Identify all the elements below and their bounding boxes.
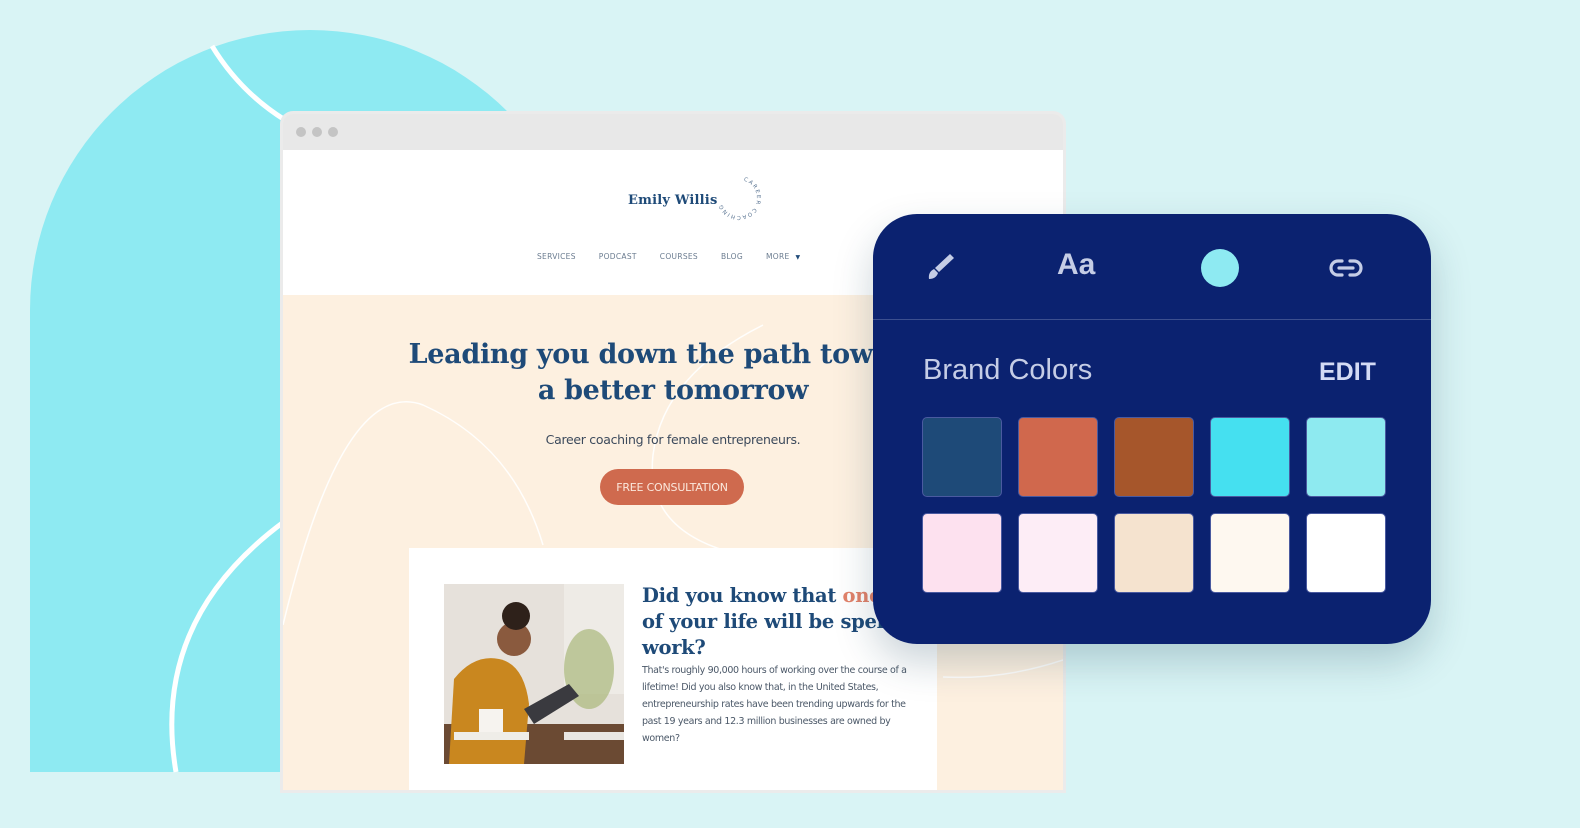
brand-colors-panel: Aa Brand Colors EDIT xyxy=(873,214,1431,644)
color-swatch[interactable] xyxy=(922,417,1002,497)
typography-button[interactable]: Aa xyxy=(1057,248,1095,282)
photo-illustration xyxy=(444,584,624,764)
logo-name: Emily Willis xyxy=(628,192,718,208)
nav-item-services[interactable]: SERVICES xyxy=(537,252,576,261)
color-swatch[interactable] xyxy=(1114,417,1194,497)
nav-more-label: MORE xyxy=(765,252,790,261)
free-consultation-button[interactable]: FREE CONSULTATION xyxy=(600,469,744,505)
color-swatch[interactable] xyxy=(1210,513,1290,593)
hero-title: Leading you down the path towards a bett… xyxy=(393,337,953,409)
edit-brand-colors-button[interactable]: EDIT xyxy=(1319,358,1376,387)
color-swatch[interactable] xyxy=(1210,417,1290,497)
brand-colors-title: Brand Colors xyxy=(923,354,1093,386)
logo-ring-label: CAREER COACHING xyxy=(718,177,760,220)
color-swatch[interactable] xyxy=(1306,417,1386,497)
paintbrush-icon[interactable] xyxy=(921,248,957,284)
nav-item-more[interactable]: MORE ▼ xyxy=(766,252,800,261)
site-logo[interactable]: Emily Willis CAREER COACHING xyxy=(628,177,763,222)
color-circle-icon[interactable] xyxy=(1201,249,1239,287)
nav-item-courses[interactable]: COURSES xyxy=(660,252,698,261)
woman-tablet-photo xyxy=(444,584,624,764)
site-nav: SERVICES PODCAST COURSES BLOG MORE ▼ xyxy=(537,252,823,261)
color-swatch[interactable] xyxy=(1018,417,1098,497)
photo-cup xyxy=(479,709,503,734)
logo-ring-text: CAREER COACHING xyxy=(718,177,761,220)
info-card: Did you know that one third of your life… xyxy=(409,548,941,790)
photo-paper xyxy=(454,732,529,740)
svg-text:CAREER COACHING: CAREER COACHING xyxy=(718,177,761,220)
panel-toolbar: Aa xyxy=(873,214,1431,320)
hero-title-line2: a better tomorrow xyxy=(537,375,809,406)
color-swatch[interactable] xyxy=(1018,513,1098,593)
color-swatch-grid xyxy=(922,417,1386,593)
card-title-part1: Did you know that xyxy=(642,584,843,607)
link-icon[interactable] xyxy=(1328,256,1364,280)
color-swatch[interactable] xyxy=(922,513,1002,593)
bg-curve-bottom xyxy=(169,518,287,773)
photo-person-hair xyxy=(502,602,530,630)
bg-curve-top xyxy=(209,44,287,123)
card-body: That's roughly 90,000 hours of working o… xyxy=(642,665,907,744)
window-dot-icon[interactable] xyxy=(296,127,306,137)
nav-item-podcast[interactable]: PODCAST xyxy=(599,252,637,261)
nav-item-blog[interactable]: BLOG xyxy=(721,252,743,261)
browser-titlebar xyxy=(283,114,1063,150)
hero-title-line1: Leading you down the path towards xyxy=(408,339,938,370)
window-dot-icon[interactable] xyxy=(328,127,338,137)
color-swatch[interactable] xyxy=(1114,513,1194,593)
photo-paper xyxy=(564,732,624,740)
hero-curve xyxy=(942,659,1063,679)
color-swatch[interactable] xyxy=(1306,513,1386,593)
chevron-down-icon: ▼ xyxy=(795,254,801,261)
window-dot-icon[interactable] xyxy=(312,127,322,137)
